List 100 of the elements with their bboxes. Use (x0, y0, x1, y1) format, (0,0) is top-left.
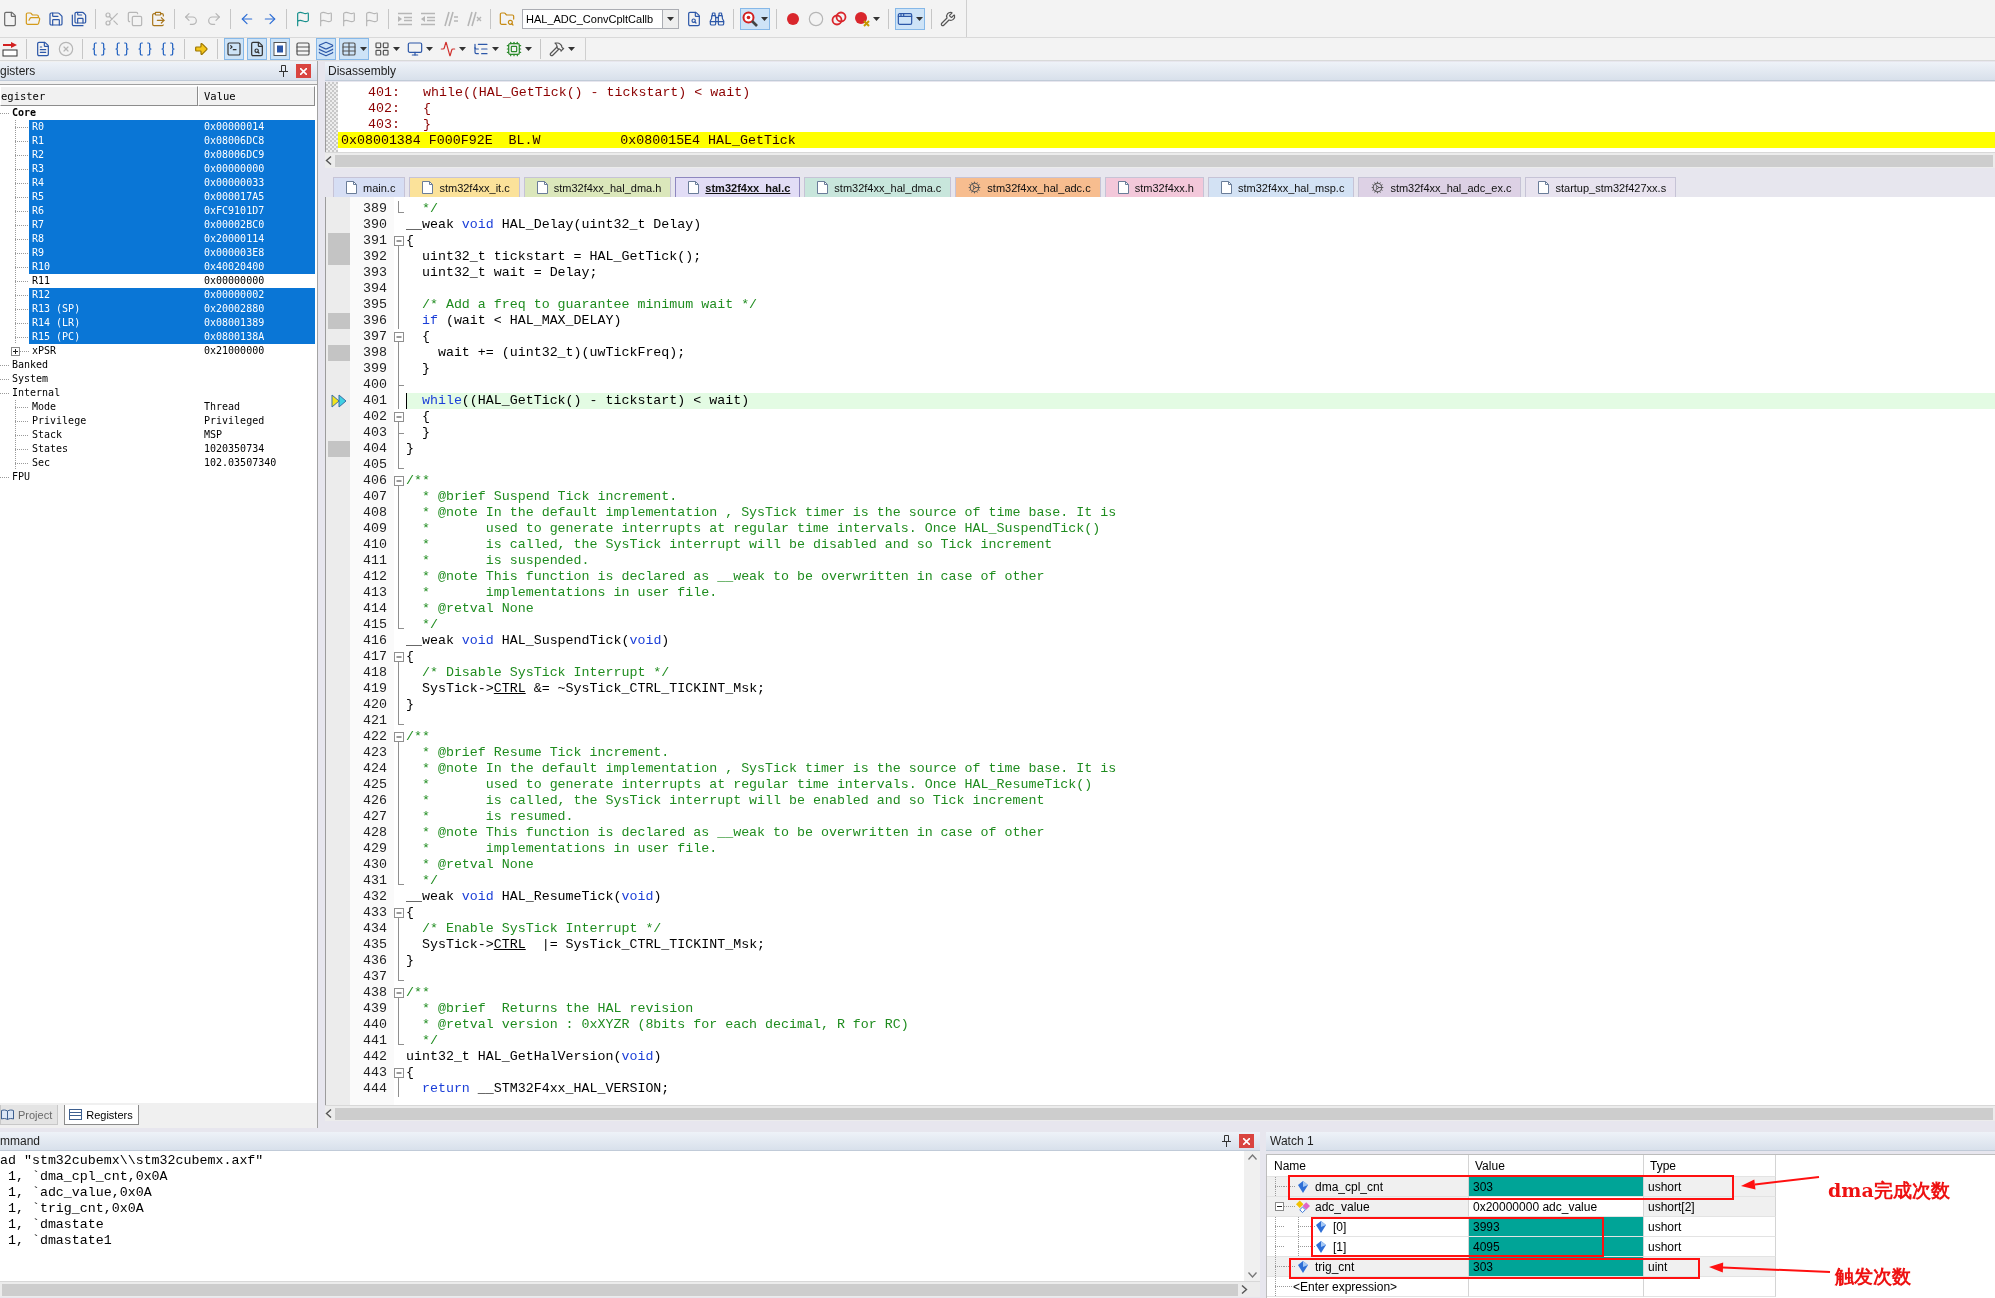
line-number: 402 (362, 409, 388, 425)
toolbar-button[interactable] (224, 38, 244, 60)
toolbar-button[interactable] (339, 38, 369, 60)
scroll-up-icon[interactable] (1247, 1154, 1257, 1160)
register-value: MSP (204, 428, 224, 442)
close-button[interactable] (296, 64, 311, 78)
register-name: R13 (SP) (31, 302, 82, 316)
register-name: R8 (31, 232, 46, 246)
register-name: States (31, 442, 70, 456)
code-line: { (406, 233, 415, 249)
file-tab[interactable]: stm32f4xx_hal_adc.c (955, 177, 1101, 197)
scroll-right-icon[interactable] (1240, 1285, 1248, 1294)
file-tab[interactable]: stm32f4xx_hal_dma.h (523, 177, 672, 197)
scroll-down-icon[interactable] (1247, 1272, 1257, 1278)
name-cell[interactable]: dma_cpl_cnt (1267, 1177, 1469, 1197)
file-tab[interactable]: stm32f4xx.h (1104, 177, 1204, 197)
close-button[interactable] (1239, 1134, 1254, 1148)
file-tab[interactable]: stm32f4xx_hal.c (675, 177, 801, 197)
toolbar-button[interactable] (316, 38, 336, 60)
code-line: * used to generate interrupts at regular time intervals. Once HAL_ResumeTick() (420, 777, 1094, 793)
line-number: 440 (362, 1017, 388, 1033)
name-cell[interactable]: adc_value (1267, 1197, 1469, 1217)
line-number: 403 (362, 425, 388, 441)
register-name: R2 (31, 148, 46, 162)
scroll-left-icon[interactable] (325, 156, 333, 165)
code-line: */ (420, 201, 439, 217)
pin-icon[interactable] (1222, 1135, 1231, 1147)
pane-tab[interactable]: Registers (64, 1105, 139, 1125)
toolbar-button[interactable] (247, 38, 267, 60)
code-line: __weak void HAL_ResumeTick(void) (406, 889, 663, 905)
register-value: 0x00002BC0 (204, 218, 266, 232)
register-value: 0x00000002 (204, 288, 266, 302)
line-number: 419 (362, 681, 388, 697)
list-tree-icon (473, 41, 489, 57)
watch-type: ushort (1644, 1177, 1776, 1197)
copy-icon (127, 10, 143, 27)
scroll-thumb[interactable] (2, 1283, 1238, 1296)
pin-icon[interactable] (279, 65, 288, 77)
column-header[interactable]: egister (0, 86, 198, 106)
annotation-label: 触发次数 (1835, 1265, 1911, 1287)
scroll-thumb[interactable] (335, 1107, 1993, 1120)
horizontal-scrollbar[interactable] (325, 152, 1995, 168)
watch-value: 303 (1469, 1257, 1644, 1277)
file-tab[interactable]: stm32f4xx_hal_msp.c (1208, 177, 1355, 197)
register-name: Mode (31, 400, 58, 414)
file-tab[interactable]: stm32f4xx_it.c (409, 177, 520, 197)
file-tab[interactable]: main.c (333, 177, 406, 197)
collapse-icon[interactable] (1275, 1202, 1284, 1211)
caret-icon (525, 47, 532, 51)
binoculars-icon (709, 10, 725, 27)
horizontal-scrollbar[interactable] (0, 1281, 1260, 1297)
register-name: R12 (31, 288, 52, 302)
line-number: 397 (362, 329, 388, 345)
vertical-scrollbar[interactable] (1244, 1151, 1260, 1281)
caret-icon (393, 47, 400, 51)
scroll-thumb[interactable] (335, 154, 1993, 167)
breakpoint-icon (785, 10, 801, 27)
dropdown-button[interactable] (662, 8, 679, 29)
scissors-icon (104, 10, 120, 27)
terminal-icon (226, 41, 242, 57)
code-line: * @brief Resume Tick increment. (420, 745, 671, 761)
register-group[interactable]: Internal (12, 386, 61, 400)
variable-name: dma_cpl_cnt (1315, 1179, 1384, 1194)
pane-tab[interactable]: Project (0, 1105, 59, 1125)
code-line: return __STM32F4xx_HAL_VERSION; (420, 1081, 671, 1097)
register-group[interactable]: Core (12, 106, 37, 120)
scroll-left-icon[interactable] (325, 1109, 333, 1118)
register-group[interactable]: System (12, 372, 49, 386)
code-line: uint32_t tickstart = HAL_GetTick(); (420, 249, 703, 265)
code-line: * @brief Returns the HAL revision (420, 1001, 695, 1017)
code-line: { (406, 905, 415, 921)
horizontal-scrollbar[interactable] (325, 1105, 1995, 1121)
expand-icon[interactable] (11, 346, 20, 356)
line-number: 390 (362, 217, 388, 233)
toolbar-button[interactable] (740, 7, 770, 30)
line-number: 420 (362, 697, 388, 713)
caret-icon (492, 47, 499, 51)
close-icon (300, 67, 307, 75)
file-tab[interactable]: stm32f4xx_hal_dma.c (804, 177, 952, 197)
register-group[interactable]: FPU (12, 470, 31, 484)
line-number: 407 (362, 489, 388, 505)
flag-icon (295, 10, 311, 27)
line-number: 411 (362, 553, 388, 569)
waveform-icon (440, 41, 456, 57)
file-tab[interactable]: stm32f4xx_hal_adc_ex.c (1358, 177, 1522, 197)
line-number: 441 (362, 1033, 388, 1049)
toolbar-button[interactable] (895, 7, 925, 30)
code-line: { (420, 329, 431, 345)
enter-expression-item[interactable]: <Enter expression> (1293, 1279, 1398, 1294)
name-cell[interactable]: trig_cnt (1267, 1257, 1469, 1277)
line-number: 418 (362, 665, 388, 681)
column-header[interactable]: Name (1267, 1155, 1469, 1177)
close-icon (1243, 1137, 1250, 1145)
register-group[interactable]: Banked (12, 358, 49, 372)
column-header[interactable]: Value (198, 86, 315, 106)
file-tab[interactable]: startup_stm32f427xx.s (1525, 177, 1677, 197)
toolbar-button[interactable] (270, 38, 290, 60)
line-number: 439 (362, 1001, 388, 1017)
function-field[interactable]: HAL_ADC_ConvCpltCallb (522, 8, 662, 29)
line-number: 427 (362, 809, 388, 825)
